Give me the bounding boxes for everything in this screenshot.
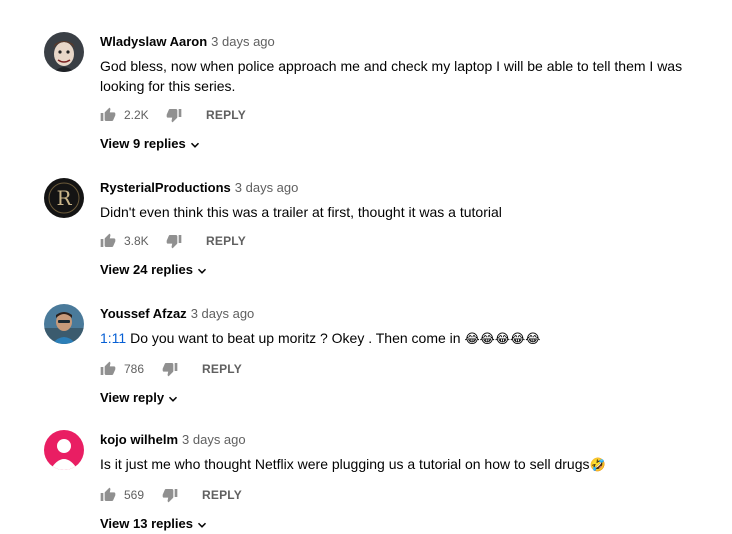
- comment-actions: 569 REPLY: [100, 485, 700, 505]
- comment-text: Is it just me who thought Netflix were p…: [100, 454, 700, 476]
- portrait-avatar-icon[interactable]: [44, 32, 84, 72]
- comment-time[interactable]: 3 days ago: [235, 180, 299, 195]
- view-replies-label: View 9 replies: [100, 136, 186, 151]
- thumbs-up-icon[interactable]: [100, 361, 116, 377]
- video-timestamp-link[interactable]: 1:11: [100, 330, 126, 346]
- comment-header: kojo wilhelm 3 days ago: [100, 430, 700, 450]
- svg-text:R: R: [56, 186, 72, 210]
- reply-button[interactable]: REPLY: [202, 485, 242, 505]
- comment-text: Didn't even think this was a trailer at …: [100, 204, 502, 220]
- comment-body: kojo wilhelm 3 days ago Is it just me who…: [100, 430, 700, 534]
- comment-body: Wladyslaw Aaron 3 days ago God bless, now…: [100, 32, 700, 154]
- comment-header: Wladyslaw Aaron 3 days ago: [100, 32, 700, 52]
- like-count: 569: [124, 488, 145, 502]
- view-replies-label: View reply: [100, 390, 165, 405]
- comment-text-content: Do you want to beat up moritz ? Okey . T…: [126, 330, 465, 346]
- view-replies-button[interactable]: View 9 replies: [100, 134, 202, 154]
- comment-header: Youssef Afzaz 3 days ago: [100, 304, 700, 324]
- letter-r-logo-avatar-icon[interactable]: R: [44, 178, 84, 218]
- comment-header: RysterialProductions 3 days ago: [100, 178, 700, 198]
- like-count: 786: [124, 362, 145, 376]
- comment-text: 1:11 Do you want to beat up moritz ? Oke…: [100, 328, 700, 350]
- comment-body: Youssef Afzaz 3 days ago 1:11 Do you want…: [100, 304, 700, 408]
- thumbs-up-icon[interactable]: [100, 487, 116, 503]
- thumbs-down-icon[interactable]: [162, 361, 178, 377]
- comment-time[interactable]: 3 days ago: [211, 34, 275, 49]
- comment-text-content: Is it just me who thought Netflix were p…: [100, 456, 590, 472]
- thumbs-down-icon[interactable]: [162, 487, 178, 503]
- comment-actions: 3.8K REPLY: [100, 231, 700, 251]
- view-replies-label: View 13 replies: [100, 516, 193, 531]
- thumbs-down-icon[interactable]: [166, 233, 182, 249]
- view-replies-label: View 24 replies: [100, 262, 193, 277]
- thumbs-down-icon[interactable]: [166, 107, 182, 123]
- chevron-down-icon: [197, 522, 207, 528]
- default-person-avatar-icon[interactable]: [44, 430, 84, 470]
- view-replies-button[interactable]: View 13 replies: [100, 514, 209, 534]
- reply-button[interactable]: REPLY: [206, 231, 246, 251]
- comment-time[interactable]: 3 days ago: [182, 432, 246, 447]
- comment-author[interactable]: kojo wilhelm: [100, 432, 178, 447]
- like-count: 3.8K: [124, 234, 149, 248]
- like-count: 2.2K: [124, 108, 149, 122]
- reply-button[interactable]: REPLY: [202, 359, 242, 379]
- view-replies-button[interactable]: View reply: [100, 388, 180, 408]
- comment-author[interactable]: RysterialProductions: [100, 180, 231, 195]
- view-replies-button[interactable]: View 24 replies: [100, 260, 209, 280]
- thumbs-up-icon[interactable]: [100, 107, 116, 123]
- comment-author[interactable]: Youssef Afzaz: [100, 306, 187, 321]
- rofl-emoji-icon: 🤣: [589, 458, 606, 473]
- chevron-down-icon: [169, 396, 178, 402]
- comment-body: RysterialProductions 3 days ago Didn't ev…: [100, 178, 700, 280]
- laughing-emoji-icon: 😂😂😂😂😂: [464, 332, 541, 347]
- chevron-down-icon: [197, 268, 207, 274]
- comment-text: God bless, now when police approach me a…: [100, 58, 683, 94]
- comment-actions: 2.2K REPLY: [100, 105, 700, 125]
- reply-button[interactable]: REPLY: [206, 105, 246, 125]
- comment-time[interactable]: 3 days ago: [191, 306, 255, 321]
- comment-author[interactable]: Wladyslaw Aaron: [100, 34, 207, 49]
- photo-avatar-icon[interactable]: [44, 304, 84, 344]
- comment-actions: 786 REPLY: [100, 359, 700, 379]
- chevron-down-icon: [190, 142, 199, 148]
- thumbs-up-icon[interactable]: [100, 233, 116, 249]
